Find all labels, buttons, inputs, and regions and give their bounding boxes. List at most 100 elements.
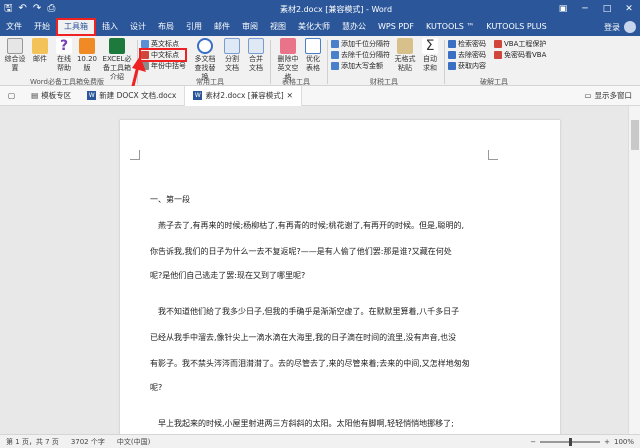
mail-button[interactable]: 邮件 bbox=[30, 38, 50, 64]
login-link[interactable]: 登录 bbox=[604, 22, 620, 33]
doc-heading: 一、第一段 bbox=[150, 195, 190, 204]
separator bbox=[444, 40, 445, 84]
tab-home[interactable]: 开始 bbox=[28, 18, 56, 36]
minimize-icon[interactable]: ─ bbox=[574, 0, 596, 18]
avatar[interactable] bbox=[624, 21, 636, 33]
remove-comma-button[interactable]: 去除千位分隔符 bbox=[331, 50, 390, 60]
tab-insert[interactable]: 插入 bbox=[96, 18, 124, 36]
tab-view[interactable]: 视图 bbox=[264, 18, 292, 36]
version-icon bbox=[79, 38, 95, 54]
word-count[interactable]: 3702 个字 bbox=[71, 437, 105, 447]
find-password-button[interactable]: 检索密码 bbox=[448, 39, 486, 49]
tab-references[interactable]: 引用 bbox=[180, 18, 208, 36]
amount-icon bbox=[331, 62, 339, 70]
zoom-knob[interactable] bbox=[569, 437, 573, 446]
redo-icon[interactable]: ↷ bbox=[33, 0, 41, 18]
zoom-slider[interactable] bbox=[540, 437, 601, 446]
language[interactable]: 中文(中国) bbox=[117, 437, 150, 447]
sum-icon: Σ bbox=[422, 38, 438, 54]
add-amount-button[interactable]: 添加大写金额 bbox=[331, 61, 383, 71]
template-icon: ▤ bbox=[31, 90, 39, 100]
zoom-level[interactable]: 100% bbox=[614, 438, 634, 446]
tab-huibangong[interactable]: 慧办公 bbox=[336, 18, 372, 36]
paragraph-line: 燕子去了,有再来的时候;杨柳枯了,有再青的时候;桃花谢了,有再开的时候。但是,聪… bbox=[158, 221, 465, 230]
document-area[interactable]: 一、第一段 燕子去了,有再来的时候;杨柳枯了,有再青的时候;桃花谢了,有再开的时… bbox=[0, 106, 628, 434]
vba-lock-icon bbox=[494, 40, 502, 48]
ribbon-display-icon[interactable]: ▣ bbox=[552, 0, 574, 18]
split-doc-button[interactable]: 分割文档 bbox=[222, 38, 242, 73]
vba-view-icon bbox=[494, 51, 502, 59]
paragraph-line: 早上我起来的时候,小屋里射进两三方斜斜的太阳。太阳他有脚啊,轻轻悄悄地挪移了; bbox=[158, 419, 454, 428]
save-icon[interactable]: 🖫 bbox=[4, 0, 13, 18]
paragraph-line: 有影子。我不禁头涔涔而泪潸潸了。去的尽管去了,来的尽管来着;去来的中间,又怎样地… bbox=[150, 359, 470, 368]
doc-tab-template[interactable]: ▤ 模板专区 bbox=[23, 86, 79, 106]
close-icon[interactable]: ✕ bbox=[287, 86, 293, 106]
unlock-icon bbox=[448, 51, 456, 59]
quick-access-toolbar: 🖫 ↶ ↷ ⎙ bbox=[0, 0, 120, 18]
english-punct-icon bbox=[141, 40, 149, 48]
restore-icon[interactable]: □ bbox=[596, 0, 618, 18]
tab-mailings[interactable]: 邮件 bbox=[208, 18, 236, 36]
ribbon: 综合设置 邮件 ? 在线帮助 10.20版 EXCEL必备工具箱介绍 英文标点 … bbox=[0, 36, 640, 86]
search-icon bbox=[197, 38, 213, 54]
fetch-content-button[interactable]: 获取内容 bbox=[448, 61, 486, 71]
settings-icon bbox=[7, 38, 23, 54]
key-icon bbox=[448, 40, 456, 48]
remove-comma-icon bbox=[331, 51, 339, 59]
ribbon-tabs: 文件 开始 工具箱 插入 设计 布局 引用 邮件 审阅 视图 美化大师 慧办公 … bbox=[0, 18, 640, 36]
paragraph-line: 我不知道他们给了我多少日子,但我的手确乎是渐渐空虚了。在默默里算着,八千多日子 bbox=[158, 307, 460, 316]
vba-view-button[interactable]: 免密码看VBA bbox=[494, 50, 546, 60]
table-icon bbox=[305, 38, 321, 54]
page-count[interactable]: 第 1 页，共 7 页 bbox=[6, 437, 59, 447]
tab-wps-pdf[interactable]: WPS PDF bbox=[372, 18, 420, 36]
document-tabs: ▢ ▤ 模板专区 W 新建 DOCX 文档.docx W 素材2.docx [兼… bbox=[0, 85, 640, 106]
paste-icon bbox=[397, 38, 413, 54]
optimize-table-button[interactable]: 优化表格 bbox=[303, 38, 323, 73]
tab-layout[interactable]: 布局 bbox=[152, 18, 180, 36]
remove-space-button[interactable]: 删除中英文空格 bbox=[275, 38, 301, 82]
add-comma-button[interactable]: 添加千位分隔符 bbox=[331, 39, 390, 49]
tab-file[interactable]: 文件 bbox=[0, 18, 28, 36]
document-page[interactable]: 一、第一段 燕子去了,有再来的时候;杨柳枯了,有再青的时候;桃花谢了,有再开的时… bbox=[120, 120, 560, 434]
plain-paste-button[interactable]: 无格式粘贴 bbox=[392, 38, 418, 73]
split-icon bbox=[224, 38, 240, 54]
help-button[interactable]: ? 在线帮助 bbox=[54, 38, 74, 73]
vba-protect-button[interactable]: VBA工程保护 bbox=[494, 39, 546, 49]
multi-window-icon: ▭ bbox=[584, 90, 592, 100]
multi-find-replace-button[interactable]: 多文档查找替换 bbox=[192, 38, 218, 82]
tab-beautify[interactable]: 美化大师 bbox=[292, 18, 336, 36]
tab-toolbox[interactable]: 工具箱 bbox=[56, 18, 96, 36]
home-doc-tab[interactable]: ▢ bbox=[0, 86, 23, 106]
doc-tab-active[interactable]: W 素材2.docx [兼容模式] ✕ bbox=[184, 85, 302, 106]
tab-design[interactable]: 设计 bbox=[124, 18, 152, 36]
show-multi-window[interactable]: ▭ 显示多窗口 bbox=[576, 86, 640, 106]
tab-kutools-plus[interactable]: KUTOOLS PLUS bbox=[480, 18, 552, 36]
version-button[interactable]: 10.20版 bbox=[76, 38, 98, 73]
print-icon[interactable]: ⎙ bbox=[47, 0, 55, 18]
crop-mark bbox=[130, 150, 140, 160]
separator bbox=[270, 40, 271, 84]
eraser-icon bbox=[280, 38, 296, 54]
add-comma-icon bbox=[331, 40, 339, 48]
remove-password-button[interactable]: 去除密码 bbox=[448, 50, 486, 60]
window-title: 素材2.docx [兼容模式] - Word bbox=[279, 4, 393, 14]
word-icon: W bbox=[87, 91, 97, 100]
paragraph-line: 已经从我手中溜去,像针尖上一滴水滴在大海里,我的日子滴在时间的流里,没有声音,也… bbox=[150, 333, 457, 342]
merge-doc-button[interactable]: 合并文档 bbox=[246, 38, 266, 73]
tab-kutools[interactable]: KUTOOLS ™ bbox=[420, 18, 480, 36]
settings-button[interactable]: 综合设置 bbox=[4, 38, 26, 73]
paragraph-line: 呢?是他们自己逃走了罢:现在又到了哪里呢? bbox=[150, 271, 306, 280]
zoom-out-icon[interactable]: − bbox=[530, 438, 536, 446]
excel-icon bbox=[109, 38, 125, 54]
zoom-control: − + 100% bbox=[530, 437, 640, 446]
close-icon[interactable]: ✕ bbox=[618, 0, 640, 18]
tab-review[interactable]: 审阅 bbox=[236, 18, 264, 36]
doc-tab-new[interactable]: W 新建 DOCX 文档.docx bbox=[79, 86, 184, 106]
scrollbar-thumb[interactable] bbox=[631, 120, 639, 150]
undo-icon[interactable]: ↶ bbox=[19, 0, 27, 18]
zoom-in-icon[interactable]: + bbox=[604, 438, 610, 446]
vertical-scrollbar[interactable] bbox=[628, 106, 640, 434]
mail-icon bbox=[32, 38, 48, 54]
fetch-icon bbox=[448, 62, 456, 70]
auto-sum-button[interactable]: Σ 自动求和 bbox=[420, 38, 440, 73]
